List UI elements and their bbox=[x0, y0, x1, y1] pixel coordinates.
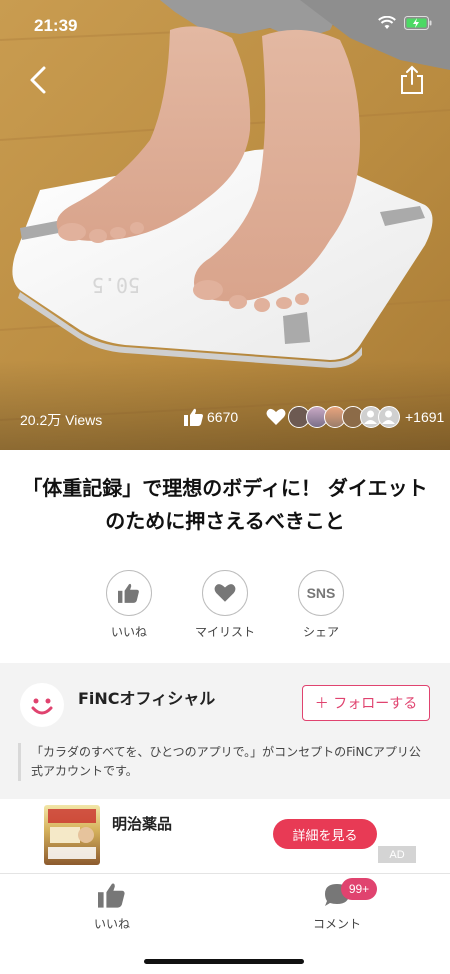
thumbs-up-icon bbox=[98, 883, 125, 908]
share-button[interactable] bbox=[398, 64, 426, 96]
favorited-users[interactable]: +1691 bbox=[266, 406, 444, 428]
like-count-value: 6670 bbox=[207, 409, 239, 425]
follow-label: ＋ フォローする bbox=[314, 696, 418, 712]
chevron-left-icon bbox=[30, 66, 46, 94]
thumbs-up-icon bbox=[118, 583, 139, 603]
like-button[interactable]: いいね bbox=[89, 570, 169, 640]
heart-icon bbox=[266, 408, 286, 425]
share-icon bbox=[401, 65, 423, 94]
author-section: FiNCオフィシャル ＋ フォローする 「カラダのすべてを、ひとつのアプリで。」… bbox=[0, 663, 450, 799]
ad-advertiser: 明治薬品 bbox=[112, 815, 173, 833]
comment-count-badge: 99+ bbox=[341, 878, 377, 900]
like-count: 6670 bbox=[184, 408, 238, 426]
favorite-count-extra: +1691 bbox=[405, 409, 445, 425]
ad-banner[interactable]: 明治薬品 詳細を見る AD bbox=[0, 799, 450, 871]
ad-cta-label: 詳細を見る bbox=[292, 828, 358, 844]
thumbs-up-icon bbox=[184, 408, 203, 426]
avatar bbox=[378, 406, 400, 428]
status-bar: 21:39 bbox=[0, 0, 450, 50]
mylist-label: マイリスト bbox=[194, 625, 255, 639]
author-avatar[interactable] bbox=[20, 683, 64, 727]
follow-button[interactable]: ＋ フォローする bbox=[302, 685, 430, 721]
bottom-comment-label: コメント bbox=[312, 917, 361, 931]
ad-product-image bbox=[48, 809, 96, 859]
sns-circle: SNS bbox=[298, 570, 344, 616]
mylist-circle bbox=[202, 570, 248, 616]
like-circle bbox=[106, 570, 152, 616]
smiley-logo-icon bbox=[31, 698, 53, 715]
heart-icon bbox=[214, 584, 236, 602]
hero-shade bbox=[0, 360, 450, 450]
battery-charging-icon bbox=[404, 16, 432, 30]
bottom-like-button[interactable]: いいね bbox=[72, 882, 152, 932]
view-count: 20.2万 Views bbox=[20, 412, 103, 428]
bottom-comment-button[interactable]: 99+ コメント bbox=[297, 878, 377, 932]
sns-icon: SNS bbox=[306, 585, 336, 601]
bottom-like-label: いいね bbox=[93, 917, 130, 931]
back-button[interactable] bbox=[24, 64, 52, 96]
share-sns-button[interactable]: SNS シェア bbox=[281, 570, 361, 640]
status-time: 21:39 bbox=[34, 16, 78, 35]
home-indicator bbox=[144, 959, 304, 964]
ad-details-button[interactable]: 詳細を見る bbox=[273, 819, 377, 849]
author-name[interactable]: FiNCオフィシャル bbox=[78, 685, 215, 709]
author-description: 「カラダのすべてを、ひとつのアプリで。」がコンセプトのFiNCアプリ公式アカウン… bbox=[18, 743, 430, 781]
share-label: シェア bbox=[302, 625, 339, 639]
svg-text:50.5: 50.5 bbox=[92, 273, 140, 297]
ad-badge: AD bbox=[378, 846, 416, 863]
mylist-button[interactable]: マイリスト bbox=[185, 570, 265, 640]
user-placeholder-icon bbox=[382, 410, 395, 424]
like-label: いいね bbox=[110, 625, 147, 639]
ad-thumbnail bbox=[44, 805, 100, 865]
article-actions: いいね マイリスト SNS シェア bbox=[0, 570, 450, 640]
status-icons bbox=[378, 16, 432, 30]
wifi-icon bbox=[378, 16, 396, 29]
article-title: 「体重記録」で理想のボディに！ ダイエットのために押さえるべきこと bbox=[22, 476, 428, 533]
hero-image: 50.5 21:39 20.2万 Views 6670 +1691 bbox=[0, 0, 450, 450]
bottom-bar: いいね 99+ コメント bbox=[0, 873, 450, 974]
